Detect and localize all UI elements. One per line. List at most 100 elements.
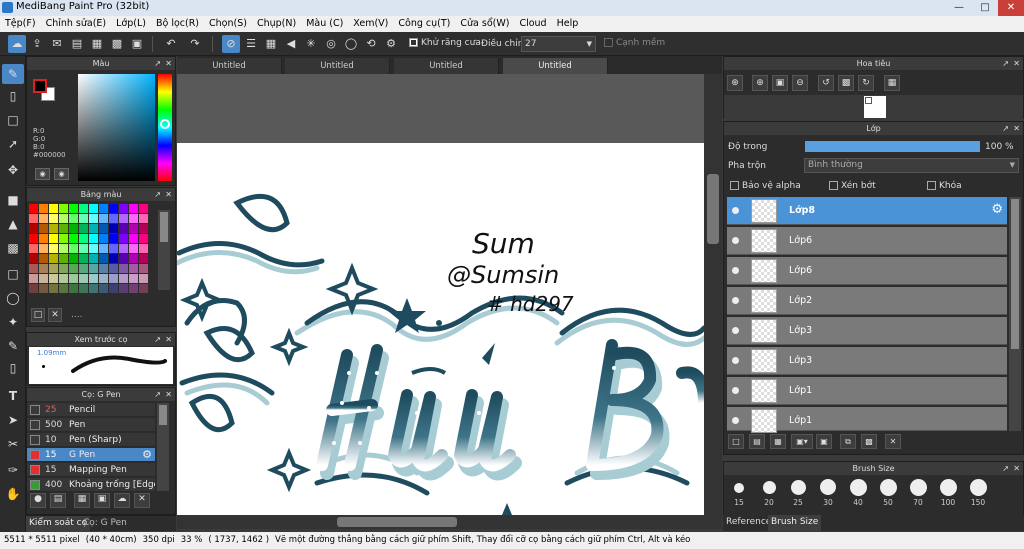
palette-swatch[interactable]	[29, 264, 39, 274]
visibility-icon[interactable]	[732, 237, 739, 244]
brush-item[interactable]: 500 Pen	[27, 418, 155, 432]
duplicate-layer-icon[interactable]: ⧉	[840, 434, 856, 449]
flip-icon[interactable]: ▦	[884, 75, 900, 91]
radial-snap-icon[interactable]: ✳	[302, 35, 320, 53]
adjust-select[interactable]: 27 ▼	[521, 36, 596, 52]
palette-swatch[interactable]	[89, 264, 99, 274]
palette-swatch[interactable]	[39, 284, 49, 294]
menu-file[interactable]: Tệp(F)	[0, 16, 41, 29]
layer-row[interactable]: Lớp3	[727, 317, 1007, 345]
palette-swatch[interactable]	[129, 244, 139, 254]
close-icon[interactable]: ✕	[165, 388, 172, 401]
palette-swatch[interactable]	[39, 254, 49, 264]
brush-item[interactable]: 15 Mapping Pen	[27, 463, 155, 477]
palette-swatch[interactable]	[89, 284, 99, 294]
protect-alpha-checkbox[interactable]	[730, 181, 739, 190]
brush-duplicate-icon[interactable]: ▦	[74, 493, 90, 508]
visibility-icon[interactable]	[732, 387, 739, 394]
palette-swatch[interactable]	[129, 274, 139, 284]
palette-swatch[interactable]	[89, 274, 99, 284]
palette-swatch[interactable]	[119, 224, 129, 234]
layer-row-selected[interactable]: Lớp8 ⚙	[727, 197, 1007, 225]
zoom-out-icon[interactable]: ⊖	[792, 75, 808, 91]
new-layer-icon[interactable]: □	[728, 434, 744, 449]
brush-item[interactable]: 400 Khoảng trống [Edge	[27, 478, 155, 492]
palette-swatch[interactable]	[99, 224, 109, 234]
layer-row[interactable]: Lớp1	[727, 407, 1007, 433]
palette-swatch[interactable]	[39, 214, 49, 224]
palette-swatch[interactable]	[49, 244, 59, 254]
saturation-value-picker[interactable]	[78, 74, 155, 181]
canvas-area[interactable]: Sum @Sumsin # hd297	[177, 74, 722, 515]
palette-swatch[interactable]	[89, 214, 99, 224]
palette-swatch[interactable]	[119, 284, 129, 294]
menu-window[interactable]: Cửa sổ(W)	[455, 16, 514, 29]
brush-item[interactable]: 10 Pen (Sharp)	[27, 433, 155, 447]
cloud-icon[interactable]: ☁	[8, 35, 26, 53]
palette-swatch[interactable]	[59, 224, 69, 234]
palette-swatch[interactable]	[49, 234, 59, 244]
palette-swatch[interactable]	[69, 224, 79, 234]
brush-cloud-icon[interactable]: ☁	[114, 493, 130, 508]
tab-document[interactable]: Untitled	[177, 58, 282, 74]
visibility-icon[interactable]	[732, 267, 739, 274]
gear-icon[interactable]: ⚙	[142, 448, 152, 462]
popout-icon[interactable]: ↗	[154, 57, 161, 70]
new-folder-icon[interactable]: ▣	[816, 434, 832, 449]
undo-icon[interactable]: ↶	[162, 35, 180, 53]
palette-swatch[interactable]	[109, 224, 119, 234]
palette-swatch-grid[interactable]	[29, 204, 157, 304]
brush-size-preset[interactable]: 15	[724, 479, 754, 507]
rectangle-tool-icon[interactable]: □	[2, 110, 24, 130]
palette-swatch[interactable]	[119, 214, 129, 224]
palette-swatch[interactable]	[69, 204, 79, 214]
menu-layer[interactable]: Lớp(L)	[111, 16, 151, 29]
brush-tool-icon[interactable]: ✎	[2, 64, 24, 84]
tab-document[interactable]: Untitled	[285, 58, 390, 74]
palette-swatch[interactable]	[29, 224, 39, 234]
palette-swatch[interactable]	[39, 274, 49, 284]
palette-swatch[interactable]	[109, 244, 119, 254]
layer-scrollbar[interactable]	[1009, 197, 1021, 431]
operation-tool-icon[interactable]: ➤	[2, 410, 24, 430]
palette-swatch[interactable]	[39, 204, 49, 214]
close-icon[interactable]: ✕	[1013, 57, 1020, 70]
menu-filter[interactable]: Bộ lọc(R)	[151, 16, 204, 29]
close-button[interactable]: ✕	[998, 0, 1024, 16]
clip-toggle[interactable]: Xén bớt	[829, 181, 876, 191]
palette-swatch[interactable]	[59, 254, 69, 264]
palette-swatch[interactable]	[69, 244, 79, 254]
zoom-in-icon[interactable]: ⊕	[727, 75, 743, 91]
canvas-horizontal-scrollbar[interactable]	[177, 515, 722, 529]
palette-swatch[interactable]	[49, 284, 59, 294]
palette-swatch[interactable]	[99, 264, 109, 274]
palette-swatch[interactable]	[109, 254, 119, 264]
palette-swatch[interactable]	[79, 204, 89, 214]
navigator-thumbnail[interactable]	[864, 96, 886, 118]
new-palette-icon[interactable]: □	[31, 308, 45, 322]
layer-row[interactable]: Lớp6	[727, 257, 1007, 285]
palette-swatch[interactable]	[109, 204, 119, 214]
palette-mode-icon[interactable]: ◉	[35, 168, 50, 180]
brush-list-scrollbar[interactable]	[157, 403, 169, 491]
palette-swatch[interactable]	[99, 254, 109, 264]
palette-swatch[interactable]	[129, 214, 139, 224]
eyedropper-tool-icon[interactable]: ✑	[2, 460, 24, 480]
brush-folder-icon[interactable]: ▣	[94, 493, 110, 508]
palette-swatch[interactable]	[79, 214, 89, 224]
palette-swatch[interactable]	[79, 284, 89, 294]
tab-document-active[interactable]: Untitled	[503, 58, 608, 74]
popout-icon[interactable]: ↗	[1002, 57, 1009, 70]
palette-swatch[interactable]	[29, 244, 39, 254]
fit-icon[interactable]: ▣	[772, 75, 788, 91]
menu-cloud[interactable]: Cloud	[514, 16, 551, 29]
redo-icon[interactable]: ↷	[186, 35, 204, 53]
palette-swatch[interactable]	[89, 224, 99, 234]
palette-swatch[interactable]	[139, 244, 149, 254]
brush-size-preset[interactable]: 50	[873, 479, 903, 507]
layer-row[interactable]: Lớp6	[727, 227, 1007, 255]
palette-swatch[interactable]	[39, 224, 49, 234]
close-icon[interactable]: ✕	[165, 333, 172, 346]
new-8bit-layer-icon[interactable]: ▦	[770, 434, 786, 449]
brush-item[interactable]: 25 Pencil	[27, 403, 155, 417]
